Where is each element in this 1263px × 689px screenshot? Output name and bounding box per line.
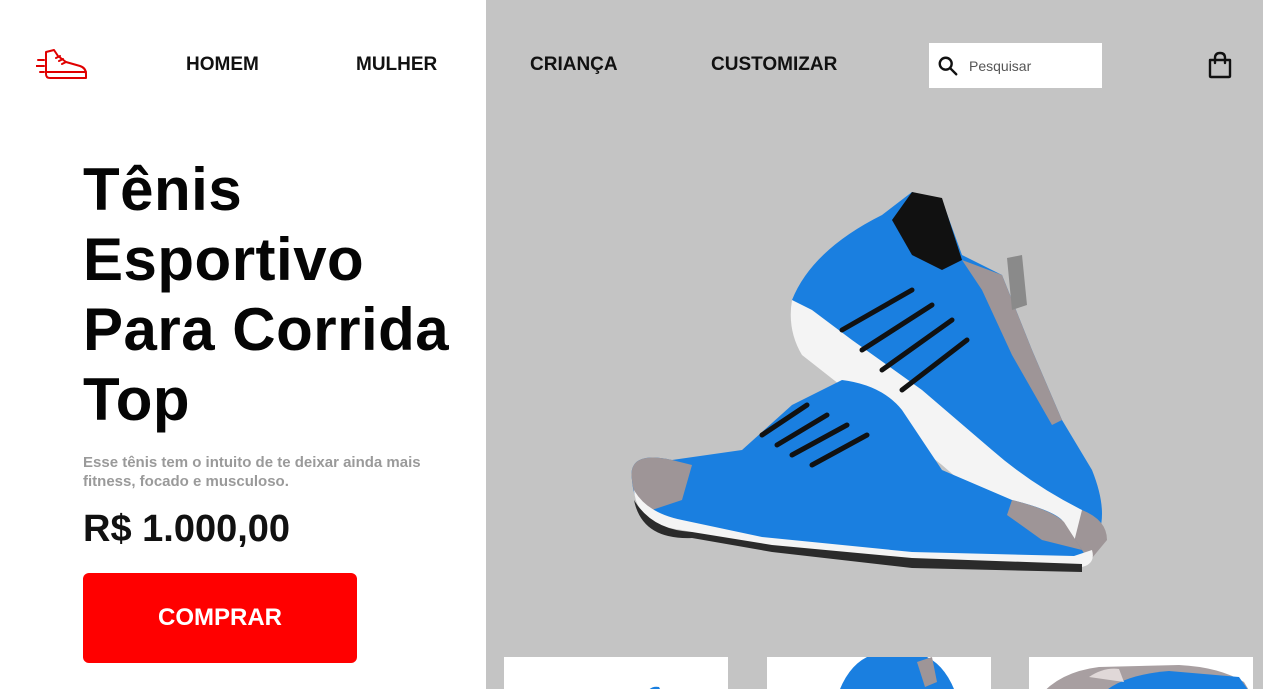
buy-button[interactable]: COMPRAR xyxy=(83,573,357,663)
thumbnail-3[interactable] xyxy=(1029,657,1253,689)
thumbnail-1[interactable] xyxy=(504,657,728,689)
thumbnail-image xyxy=(649,686,660,689)
thumbnail-2[interactable] xyxy=(767,657,991,689)
search-icon xyxy=(938,56,958,75)
search-box[interactable] xyxy=(929,43,1102,88)
running-shoe-icon[interactable] xyxy=(36,46,88,84)
search-input[interactable] xyxy=(969,57,1089,74)
nav-item-crianca[interactable]: CRIANÇA xyxy=(530,54,618,76)
thumbnail-image xyxy=(1046,665,1249,689)
thumbnail-image xyxy=(840,657,954,689)
nav-item-customizar[interactable]: CUSTOMIZAR xyxy=(711,54,837,76)
shopping-bag-icon[interactable] xyxy=(1207,51,1233,79)
product-price: R$ 1.000,00 xyxy=(83,508,291,550)
nav-item-homem[interactable]: HOMEM xyxy=(186,54,259,76)
product-title: Tênis Esportivo Para Corrida Top xyxy=(83,156,450,433)
nav-item-mulher[interactable]: MULHER xyxy=(356,54,437,76)
product-description: Esse tênis tem o intuito de te deixar ai… xyxy=(83,454,421,490)
product-image xyxy=(631,192,1107,572)
